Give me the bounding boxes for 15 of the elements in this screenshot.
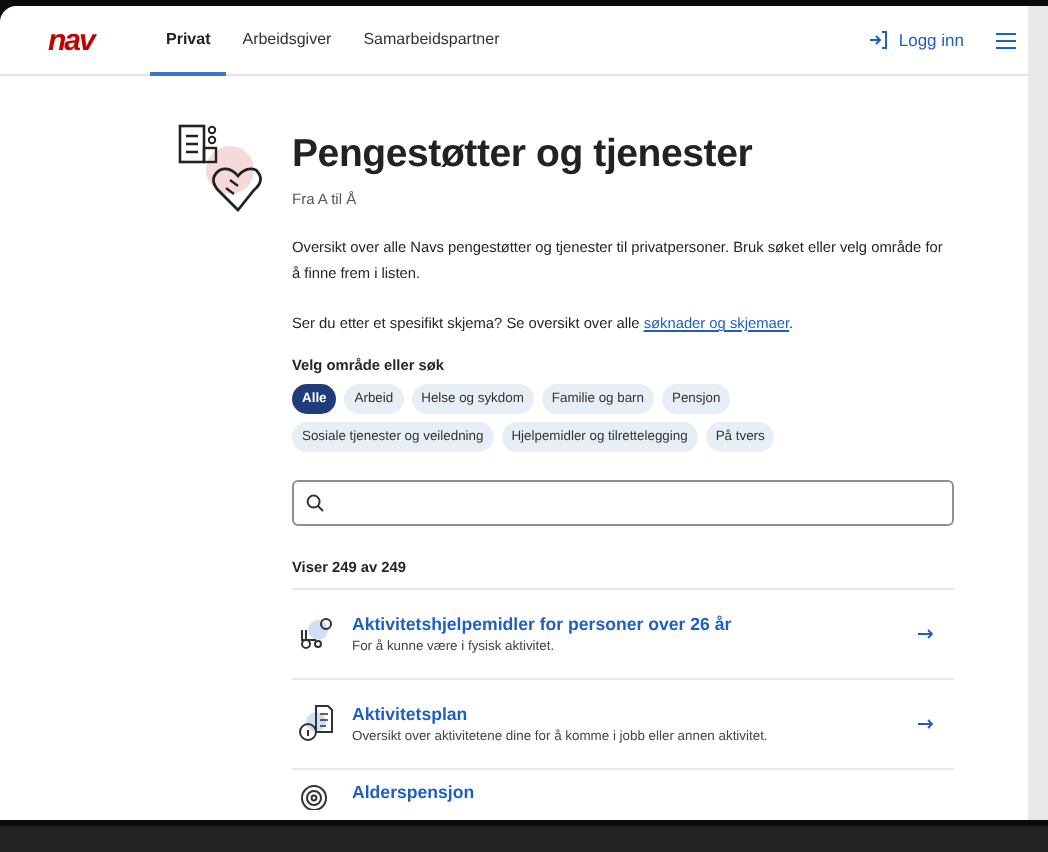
search-icon xyxy=(306,494,324,512)
nav-tab[interactable]: Arbeidsgiver xyxy=(226,6,348,76)
nav-tab[interactable]: Privat xyxy=(150,6,227,76)
result-title-link[interactable]: Alderspensjon xyxy=(352,782,954,802)
nav-tab[interactable]: Samarbeidspartner xyxy=(347,6,516,76)
result-title-link[interactable]: Aktivitetsplan xyxy=(352,704,918,724)
result-title-link[interactable]: Aktivitetshjelpemidler for personer over 26 år xyxy=(352,614,918,634)
arrow-right-icon xyxy=(918,718,934,730)
arrow-right-icon xyxy=(918,628,934,640)
search-field[interactable] xyxy=(292,480,954,526)
menu-icon[interactable] xyxy=(996,31,1016,49)
page-title: Pengestøtter og tjenester xyxy=(292,132,753,178)
nav-logo[interactable]: nav xyxy=(48,23,104,57)
login-link[interactable]: Logg inn xyxy=(898,30,964,50)
login-icon xyxy=(868,30,889,50)
